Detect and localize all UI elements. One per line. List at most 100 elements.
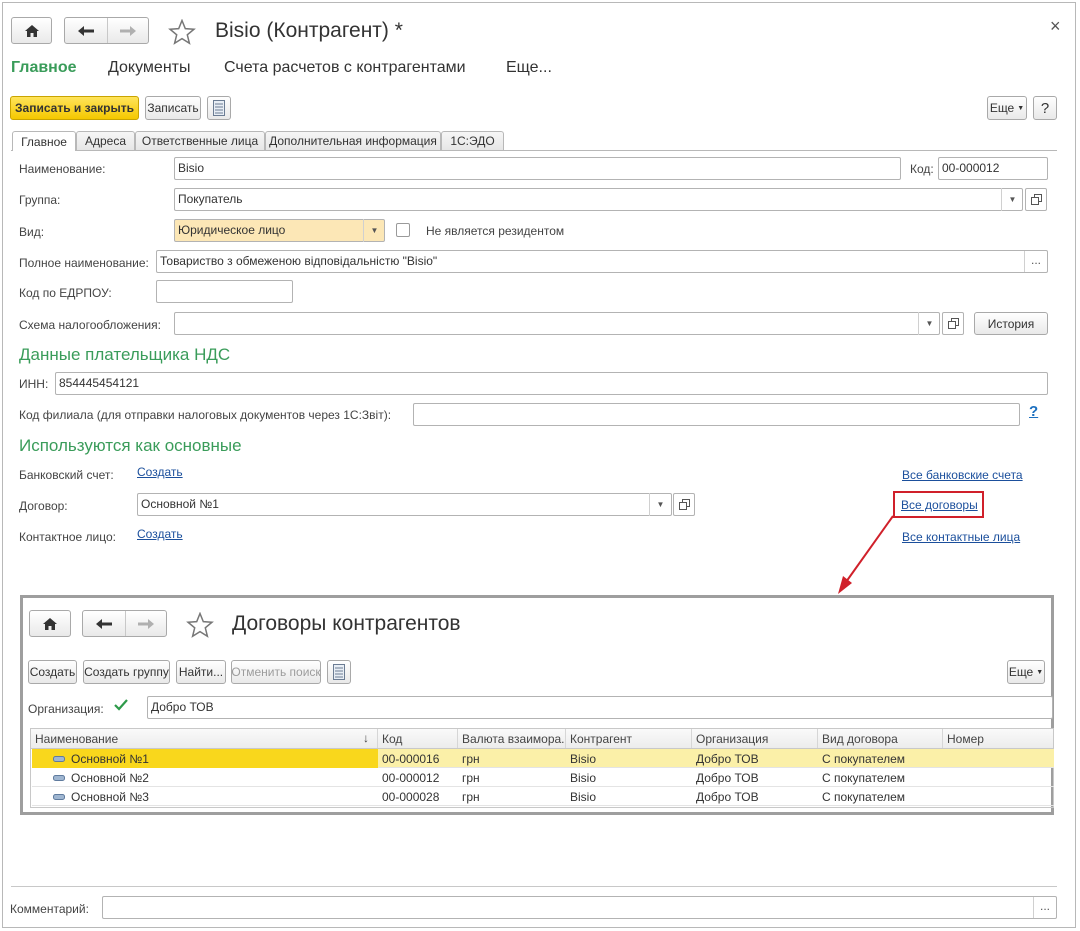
fullname-label: Полное наименование: (19, 256, 149, 270)
cell-name: Основной №2 (71, 771, 149, 785)
branch-code-field[interactable] (413, 403, 1020, 426)
create-group-button[interactable]: Создать группу (83, 660, 170, 684)
more-label: Еще (989, 101, 1015, 115)
fullname-field[interactable]: Товариство з обмеженою відповідальністю … (156, 250, 1048, 273)
cell-currency: грн (462, 752, 480, 766)
contracts-window: Договоры контрагентов Создать Создать гр… (20, 595, 1054, 815)
home-icon (43, 617, 57, 630)
favorite-star-icon[interactable] (168, 19, 196, 45)
cancel-search-button[interactable]: Отменить поиск (231, 660, 321, 684)
contracts-window-title: Договоры контрагентов (232, 612, 461, 635)
cell-organization: Добро ТОВ (696, 790, 759, 804)
comment-ellipsis-button[interactable]: ... (1033, 897, 1056, 918)
inn-field[interactable]: 854445454121 (55, 372, 1048, 395)
comment-label: Комментарий: (10, 902, 89, 916)
name-label: Наименование: (19, 162, 106, 176)
report-button[interactable] (327, 660, 351, 684)
menu-accounts[interactable]: Счета расчетов с контрагентами (224, 59, 466, 77)
save-and-close-button[interactable]: Записать и закрыть (10, 96, 139, 120)
arrow-right-icon (119, 25, 136, 36)
column-header-contract-type[interactable]: Вид договора (818, 729, 943, 748)
checkmark-icon[interactable] (113, 697, 129, 713)
group-label: Группа: (19, 193, 61, 207)
tab-main[interactable]: Главное (12, 131, 76, 151)
close-icon[interactable]: × (1050, 16, 1061, 37)
fullname-ellipsis-button[interactable]: ... (1024, 251, 1047, 272)
cell-organization: Добро ТОВ (696, 752, 759, 766)
tab-additional-info[interactable]: Дополнительная информация (265, 131, 441, 150)
contact-person-create-link[interactable]: Создать (137, 527, 183, 541)
nonresident-checkbox[interactable] (396, 223, 410, 237)
nonresident-label: Не является резидентом (426, 224, 565, 238)
all-bank-accounts-link[interactable]: Все банковские счета (902, 468, 1023, 482)
column-header-currency[interactable]: Валюта взаимора... (458, 729, 566, 748)
window-title: Bisio (Контрагент) * (215, 19, 403, 42)
contact-person-label: Контактное лицо: (19, 530, 116, 544)
column-header-counterparty[interactable]: Контрагент (566, 729, 692, 748)
code-label: Код: (910, 162, 934, 176)
menu-documents[interactable]: Документы (108, 59, 190, 77)
home-button[interactable] (11, 17, 52, 44)
edrpou-field[interactable] (156, 280, 293, 303)
tax-field[interactable] (174, 312, 940, 335)
kind-field[interactable]: Юридическое лицо (174, 219, 385, 242)
sort-down-icon: ↓ (363, 731, 369, 745)
home-icon (24, 24, 39, 37)
help-icon[interactable]: ? (1029, 403, 1038, 420)
chevron-down-icon: ▼ (925, 319, 934, 328)
back-button[interactable] (65, 18, 107, 43)
kind-dropdown-button[interactable]: ▼ (363, 219, 385, 242)
history-button[interactable]: История (974, 312, 1048, 335)
group-open-button[interactable] (1025, 188, 1047, 211)
tax-open-button[interactable] (942, 312, 964, 335)
cell-counterparty: Bisio (570, 790, 597, 804)
chevron-down-icon: ▼ (656, 500, 665, 509)
column-header-name-label: Наименование (35, 732, 119, 746)
create-button[interactable]: Создать (28, 660, 77, 684)
contracts-forward-button[interactable] (124, 611, 167, 636)
cell-counterparty: Bisio (570, 771, 597, 785)
tabs-baseline (11, 150, 1057, 151)
find-button[interactable]: Найти... (176, 660, 226, 684)
contracts-more-button[interactable]: Еще ▼ (1007, 660, 1045, 684)
more-button[interactable]: Еще ▼ (987, 96, 1027, 120)
organization-field[interactable]: Добро ТОВ (147, 696, 1053, 719)
cell-contract-type: С покупателем (822, 771, 906, 785)
tab-addresses[interactable]: Адреса (76, 131, 135, 150)
chevron-down-icon: ▼ (1017, 104, 1025, 112)
all-contracts-link[interactable]: Все договоры (901, 498, 978, 512)
contract-dropdown-button[interactable]: ▼ (649, 493, 671, 516)
open-window-icon (947, 318, 959, 329)
column-header-number[interactable]: Номер (943, 729, 1053, 748)
comment-field[interactable] (102, 896, 1057, 919)
group-field[interactable]: Покупатель (174, 188, 1023, 211)
favorite-star-icon[interactable] (186, 612, 214, 638)
defaults-section-title: Используются как основные (19, 436, 242, 455)
contracts-home-button[interactable] (29, 610, 71, 637)
menu-main[interactable]: Главное (11, 59, 77, 77)
all-contact-persons-link[interactable]: Все контактные лица (902, 530, 1020, 544)
contracts-back-button[interactable] (83, 611, 125, 636)
contract-open-button[interactable] (673, 493, 695, 516)
menu-more[interactable]: Еще... (506, 59, 552, 77)
tab-edo[interactable]: 1С:ЭДО (441, 131, 504, 150)
arrow-right-icon (137, 618, 154, 629)
name-field[interactable]: Bisio (174, 157, 901, 180)
column-header-organization[interactable]: Организация (692, 729, 818, 748)
tax-dropdown-button[interactable]: ▼ (918, 312, 940, 335)
tab-responsible[interactable]: Ответственные лица (135, 131, 265, 150)
report-icon (213, 100, 225, 116)
contract-field[interactable]: Основной №1 (137, 493, 672, 516)
code-field[interactable]: 00-000012 (938, 157, 1048, 180)
column-header-name[interactable]: Наименование ↓ (31, 729, 378, 748)
bank-account-create-link[interactable]: Создать (137, 465, 183, 479)
contracts-more-label: Еще (1008, 665, 1034, 679)
cell-organization: Добро ТОВ (696, 771, 759, 785)
save-button[interactable]: Записать (145, 96, 201, 120)
column-header-code[interactable]: Код (378, 729, 458, 748)
chevron-down-icon: ▼ (1008, 195, 1017, 204)
help-button[interactable]: ? (1033, 96, 1057, 120)
forward-button[interactable] (106, 18, 149, 43)
group-dropdown-button[interactable]: ▼ (1001, 188, 1023, 211)
report-button[interactable] (207, 96, 231, 120)
